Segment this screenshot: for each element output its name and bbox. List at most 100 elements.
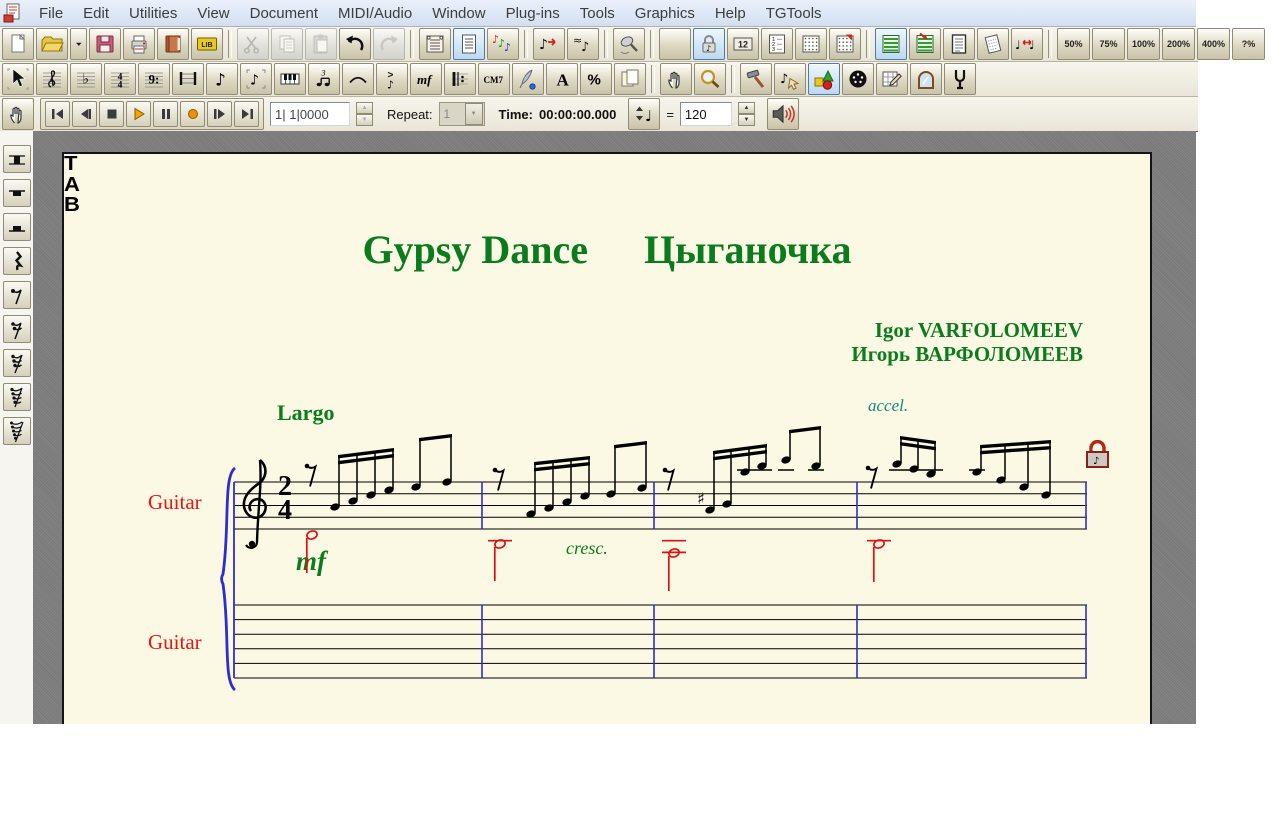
zoom-200-button[interactable]: 200%: [1162, 28, 1195, 60]
undo-button[interactable]: [339, 28, 371, 60]
mirror-tool[interactable]: [910, 63, 942, 95]
copy-button[interactable]: [271, 28, 303, 60]
chord-tool[interactable]: CM7: [478, 63, 510, 95]
zoom-75-button[interactable]: 75%: [1092, 28, 1125, 60]
zoom-custom-button[interactable]: ?%: [1232, 28, 1265, 60]
menu-file[interactable]: File: [29, 1, 73, 26]
staff-set-arrow-button[interactable]: [909, 28, 941, 60]
tuning-fork-tool[interactable]: [944, 63, 976, 95]
menu-edit[interactable]: Edit: [73, 1, 119, 26]
repeat-combobox[interactable]: 1 ▼: [438, 102, 485, 126]
simple-entry-tool[interactable]: ♪: [206, 63, 238, 95]
save-button[interactable]: [89, 28, 121, 60]
measure-counter-field[interactable]: 1| 1|0000: [270, 102, 350, 126]
edit-lock-button[interactable]: ♪: [693, 28, 725, 60]
tempo-tool[interactable]: [876, 63, 908, 95]
staff-set-button[interactable]: [875, 28, 907, 60]
menu-view[interactable]: View: [187, 1, 239, 26]
staff-tool[interactable]: [36, 63, 68, 95]
forward-button[interactable]: [207, 101, 232, 127]
repeat-tool[interactable]: [444, 63, 476, 95]
page-view-button[interactable]: [453, 28, 485, 60]
clef-tool[interactable]: 9:: [138, 63, 170, 95]
playback-settings-button[interactable]: ♪: [533, 28, 565, 60]
whole-rest-button[interactable]: [3, 179, 31, 207]
lock-icon[interactable]: ♪: [1085, 439, 1110, 474]
play-button[interactable]: [126, 101, 151, 127]
menu-utilities[interactable]: Utilities: [119, 1, 187, 26]
special-tools[interactable]: [740, 63, 772, 95]
tilted-page-button[interactable]: [977, 28, 1009, 60]
tempo-note-button[interactable]: ♩: [628, 98, 661, 130]
sixtyfourth-rest-button[interactable]: [3, 383, 31, 411]
rewind-button[interactable]: [72, 101, 97, 127]
menu-plug-ins[interactable]: Plug-ins: [496, 1, 570, 26]
text-tool[interactable]: A: [546, 63, 578, 95]
key-signature-tool[interactable]: ♭: [70, 63, 102, 95]
scroll-view-button[interactable]: [419, 28, 451, 60]
speedy-entry-tool[interactable]: ♪: [240, 63, 272, 95]
staff-list-button[interactable]: 123: [761, 28, 793, 60]
onetwentyeighth-rest-button[interactable]: [3, 417, 31, 445]
measure-tool[interactable]: [172, 63, 204, 95]
midi-tool[interactable]: [842, 63, 874, 95]
mic-button[interactable]: [613, 28, 645, 60]
smart-hand-button[interactable]: [2, 98, 34, 130]
tempo-spinner[interactable]: ▲ ▼: [737, 102, 755, 126]
grid-button[interactable]: [795, 28, 827, 60]
doc-lines-button[interactable]: [943, 28, 975, 60]
smart-shape-tool[interactable]: [342, 63, 374, 95]
print-button[interactable]: [123, 28, 155, 60]
half-rest-button[interactable]: [3, 213, 31, 241]
menu-help[interactable]: Help: [705, 1, 756, 26]
library-button[interactable]: LIB: [191, 28, 223, 60]
counter-spinner[interactable]: ▲ ▼: [356, 102, 373, 126]
spinner-up-icon[interactable]: ▲: [737, 102, 755, 114]
hand-grabber-tool[interactable]: [660, 63, 692, 95]
quarter-rest-button[interactable]: [3, 247, 31, 275]
thirtysecond-rest-button[interactable]: [3, 349, 31, 377]
launch-window-button[interactable]: [157, 28, 189, 60]
menu-document[interactable]: Document: [240, 1, 328, 26]
go-to-start-button[interactable]: [45, 101, 70, 127]
blank-button[interactable]: [659, 28, 691, 60]
time-signature-tool[interactable]: 44: [104, 63, 136, 95]
note-mover-tool[interactable]: ♪: [774, 63, 806, 95]
menu-tgtools[interactable]: TGTools: [756, 1, 832, 26]
human-playback-button[interactable]: ≈ ♪: [567, 28, 599, 60]
expression-tool[interactable]: mf: [410, 63, 442, 95]
score-page[interactable]: Gypsy Dance Цыганочка Igor VARFOLOMEEV Иг…: [62, 152, 1152, 724]
combo-arrow-icon[interactable]: ▼: [464, 103, 483, 125]
zoom-100-button[interactable]: 100%: [1127, 28, 1160, 60]
zoom-400-button[interactable]: 400%: [1197, 28, 1230, 60]
speaker-button[interactable]: [766, 98, 799, 130]
spinner-up-icon[interactable]: ▲: [356, 102, 373, 114]
menu-graphics[interactable]: Graphics: [625, 1, 705, 26]
articulation-tool[interactable]: > ♪: [376, 63, 408, 95]
cut-button[interactable]: [237, 28, 269, 60]
paste-button[interactable]: [305, 28, 337, 60]
measure-numbers-button[interactable]: 12: [727, 28, 759, 60]
spinner-down-icon[interactable]: ▼: [356, 114, 373, 126]
stop-button[interactable]: [99, 101, 124, 127]
double-whole-rest-button[interactable]: [3, 145, 31, 173]
hyperscribe-tool[interactable]: [274, 63, 306, 95]
open-button[interactable]: [36, 28, 68, 60]
studio-view-button[interactable]: ♪ ♪ ♪: [487, 28, 519, 60]
grid-flag-button[interactable]: [829, 28, 861, 60]
graphics-tool[interactable]: [808, 63, 840, 95]
go-to-end-button[interactable]: [234, 101, 259, 127]
score-notation[interactable]: ♯: [64, 154, 1154, 726]
zoom-50-button[interactable]: 50%: [1057, 28, 1090, 60]
menu-tools[interactable]: Tools: [570, 1, 625, 26]
redo-button[interactable]: [373, 28, 405, 60]
page-layout-tool[interactable]: [614, 63, 646, 95]
tempo-field[interactable]: 120: [679, 102, 732, 126]
new-document-button[interactable]: [2, 28, 34, 60]
ossia-tool[interactable]: %: [580, 63, 612, 95]
menu-window[interactable]: Window: [422, 1, 495, 26]
spinner-down-icon[interactable]: ▼: [737, 114, 755, 126]
sixteenth-rest-button[interactable]: [3, 315, 31, 343]
pause-button[interactable]: [153, 101, 178, 127]
tuplet-tool[interactable]: 3: [308, 63, 340, 95]
